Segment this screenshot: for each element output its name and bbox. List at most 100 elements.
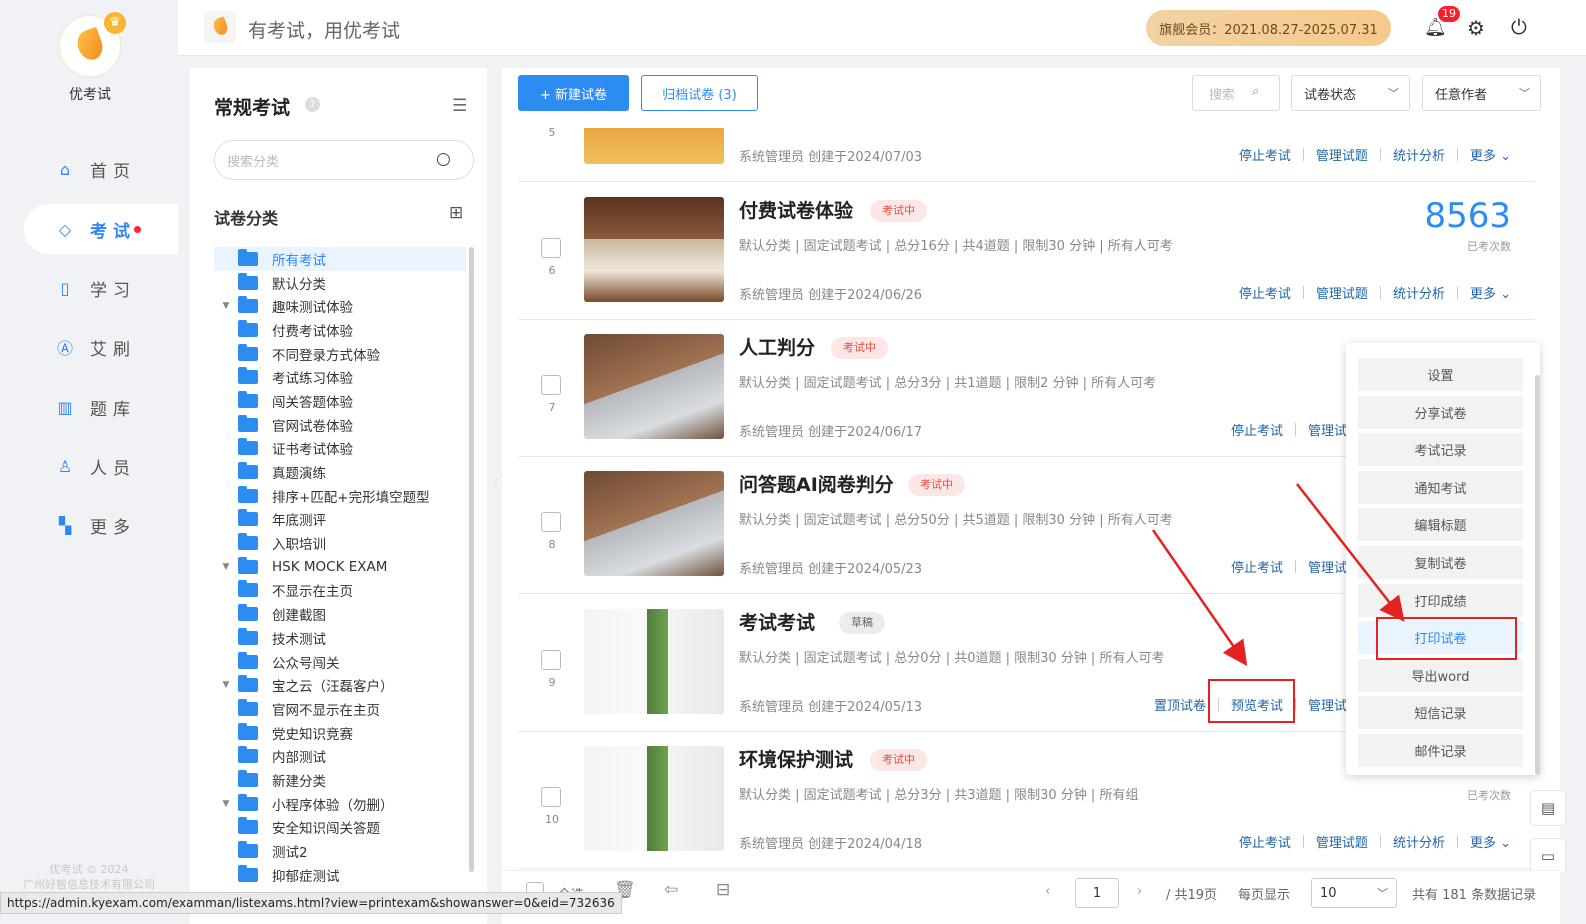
- category-tree-item[interactable]: 付费考试体验: [214, 318, 466, 342]
- page-number-input[interactable]: 1: [1075, 878, 1119, 908]
- archived-exams-button[interactable]: 归档试卷 (3): [641, 75, 758, 111]
- category-tree-item[interactable]: 安全知识闯关答题: [214, 816, 466, 840]
- category-tree-item[interactable]: ▼ 宝之云（汪磊客户）: [214, 673, 466, 697]
- action-link[interactable]: 置顶试卷: [1154, 695, 1206, 714]
- category-tree-item[interactable]: 证书考试体验: [214, 437, 466, 461]
- new-exam-button[interactable]: + 新建试卷: [518, 75, 629, 111]
- menu-item[interactable]: 复制试卷: [1358, 546, 1523, 579]
- category-tree-item[interactable]: 不同登录方式体验: [214, 342, 466, 366]
- action-link[interactable]: 管理试题: [1316, 283, 1368, 302]
- nav-item-user[interactable]: ♙ 人员: [24, 441, 178, 491]
- next-page-icon[interactable]: ›: [1137, 884, 1142, 899]
- category-tree-item[interactable]: ▼ 趣味测试体验: [214, 294, 466, 318]
- collapse-menu-icon[interactable]: ☰: [452, 96, 467, 116]
- category-tree-item[interactable]: 公众号闯关: [214, 650, 466, 674]
- nav-item-a[interactable]: Ⓐ 艾刷: [24, 322, 178, 372]
- action-link[interactable]: 管理试: [1308, 557, 1347, 576]
- add-folder-icon[interactable]: ⊞: [449, 203, 463, 223]
- menu-item[interactable]: 编辑标题: [1358, 508, 1523, 542]
- row-checkbox[interactable]: [541, 512, 561, 532]
- vip-badge[interactable]: 旗舰会员：2021.08.27-2025.07.31: [1146, 10, 1391, 46]
- action-link[interactable]: 管理试: [1308, 695, 1347, 714]
- category-tree-item[interactable]: 排序+匹配+完形填空题型: [214, 484, 466, 508]
- category-tree-item[interactable]: 所有考试: [214, 247, 466, 271]
- category-tree-item[interactable]: ▼ HSK MOCK EXAM: [214, 555, 466, 579]
- action-link[interactable]: 更多: [1470, 283, 1511, 302]
- exam-title[interactable]: 考试考试: [739, 608, 815, 635]
- caret-down-icon[interactable]: ▼: [214, 799, 238, 809]
- author-select[interactable]: 任意作者 ﹀: [1422, 75, 1541, 111]
- action-link[interactable]: 统计分析: [1393, 283, 1445, 302]
- gear-icon[interactable]: ⚙: [1467, 16, 1485, 40]
- menu-item[interactable]: 邮件记录: [1358, 734, 1523, 767]
- category-tree-item[interactable]: 测试2: [214, 839, 466, 863]
- row-checkbox[interactable]: [541, 650, 561, 670]
- action-link[interactable]: 管理试题: [1316, 145, 1368, 164]
- action-link[interactable]: 更多: [1470, 832, 1511, 851]
- exam-title[interactable]: 问答题AI阅卷判分: [739, 470, 894, 497]
- category-tree-item[interactable]: 考试练习体验: [214, 365, 466, 389]
- action-link[interactable]: 停止考试: [1239, 283, 1291, 302]
- action-link[interactable]: 停止考试: [1231, 557, 1283, 576]
- action-link[interactable]: 统计分析: [1393, 145, 1445, 164]
- menu-item[interactable]: 考试记录: [1358, 433, 1523, 467]
- page-size-select[interactable]: 10 ﹀: [1311, 878, 1397, 908]
- category-tree-item[interactable]: 不显示在主页: [214, 579, 466, 603]
- action-link[interactable]: 管理试题: [1316, 832, 1368, 851]
- nav-item-more[interactable]: ▚ 更多: [24, 500, 178, 550]
- caret-down-icon[interactable]: ▼: [214, 680, 238, 690]
- category-tree-item[interactable]: 官网不显示在主页: [214, 697, 466, 721]
- help-icon[interactable]: ?: [305, 97, 320, 112]
- search-icon[interactable]: ⌕: [1252, 84, 1259, 99]
- exam-title[interactable]: 人工判分: [739, 333, 815, 360]
- move-folder-icon[interactable]: ⇦: [664, 880, 678, 900]
- menu-item[interactable]: 导出word: [1358, 658, 1523, 692]
- category-tree-item[interactable]: 创建截图: [214, 602, 466, 626]
- power-icon[interactable]: ⏻: [1511, 15, 1527, 39]
- category-tree-item[interactable]: 真题演练: [214, 460, 466, 484]
- menu-item[interactable]: 设置: [1358, 358, 1523, 391]
- action-link[interactable]: 统计分析: [1393, 832, 1445, 851]
- category-tree-item[interactable]: 闯关答题体验: [214, 389, 466, 413]
- search-icon[interactable]: ○: [436, 149, 451, 169]
- nav-item-bank[interactable]: ▥ 题库: [24, 382, 178, 432]
- category-tree-item[interactable]: 默认分类: [214, 271, 466, 295]
- action-link[interactable]: 管理试: [1308, 420, 1347, 439]
- row-checkbox[interactable]: [541, 375, 561, 395]
- category-tree-item[interactable]: ▼ 小程序体验（勿删）: [214, 792, 466, 816]
- category-search-input[interactable]: 搜索分类: [214, 140, 474, 180]
- exam-row[interactable]: 6 付费试卷体验 考试中 默认分类 | 固定试题考试 | 总分16分 | 共4道题 |…: [518, 182, 1535, 320]
- exam-title[interactable]: 环境保护测试: [739, 745, 853, 772]
- category-tree-item[interactable]: 入职培训: [214, 531, 466, 555]
- menu-item[interactable]: 打印成绩: [1358, 583, 1523, 617]
- document-float-icon[interactable]: ▤: [1530, 790, 1566, 826]
- category-tree-item[interactable]: 官网试卷体验: [214, 413, 466, 437]
- nav-item-book[interactable]: ▯ 学习: [24, 263, 178, 313]
- menu-item[interactable]: 分享试卷: [1358, 395, 1523, 429]
- action-link[interactable]: 停止考试: [1239, 145, 1291, 164]
- caret-down-icon[interactable]: ▼: [214, 562, 238, 572]
- category-tree-item[interactable]: 抑郁症测试: [214, 863, 466, 887]
- caret-down-icon[interactable]: ▼: [214, 301, 238, 311]
- action-link[interactable]: 停止考试: [1239, 832, 1291, 851]
- app-logo[interactable]: ♛: [58, 12, 126, 78]
- category-tree-item[interactable]: 内部测试: [214, 744, 466, 768]
- category-tree-item[interactable]: 年底测评: [214, 508, 466, 532]
- status-select[interactable]: 试卷状态 ﹀: [1291, 75, 1410, 111]
- category-tree-item[interactable]: 新建分类: [214, 768, 466, 792]
- category-tree-item[interactable]: 党史知识竞赛: [214, 721, 466, 745]
- prev-page-icon[interactable]: ‹: [1045, 884, 1050, 899]
- nav-item-exam[interactable]: ◇ 考试: [24, 204, 178, 254]
- menu-item[interactable]: 短信记录: [1358, 696, 1523, 730]
- action-link[interactable]: 停止考试: [1231, 420, 1283, 439]
- menu-scrollbar[interactable]: [1535, 375, 1540, 775]
- row-checkbox[interactable]: [541, 238, 561, 258]
- menu-item[interactable]: 通知考试: [1358, 470, 1523, 504]
- tree-scrollbar[interactable]: [469, 247, 474, 872]
- nav-item-home[interactable]: ⌂ 首页: [24, 144, 178, 194]
- row-checkbox[interactable]: [541, 787, 561, 807]
- exam-title[interactable]: 付费试卷体验: [739, 196, 853, 223]
- exam-search-input[interactable]: 搜索: [1192, 75, 1280, 111]
- archive-icon[interactable]: ⊟: [716, 880, 730, 900]
- category-tree-item[interactable]: 技术测试: [214, 626, 466, 650]
